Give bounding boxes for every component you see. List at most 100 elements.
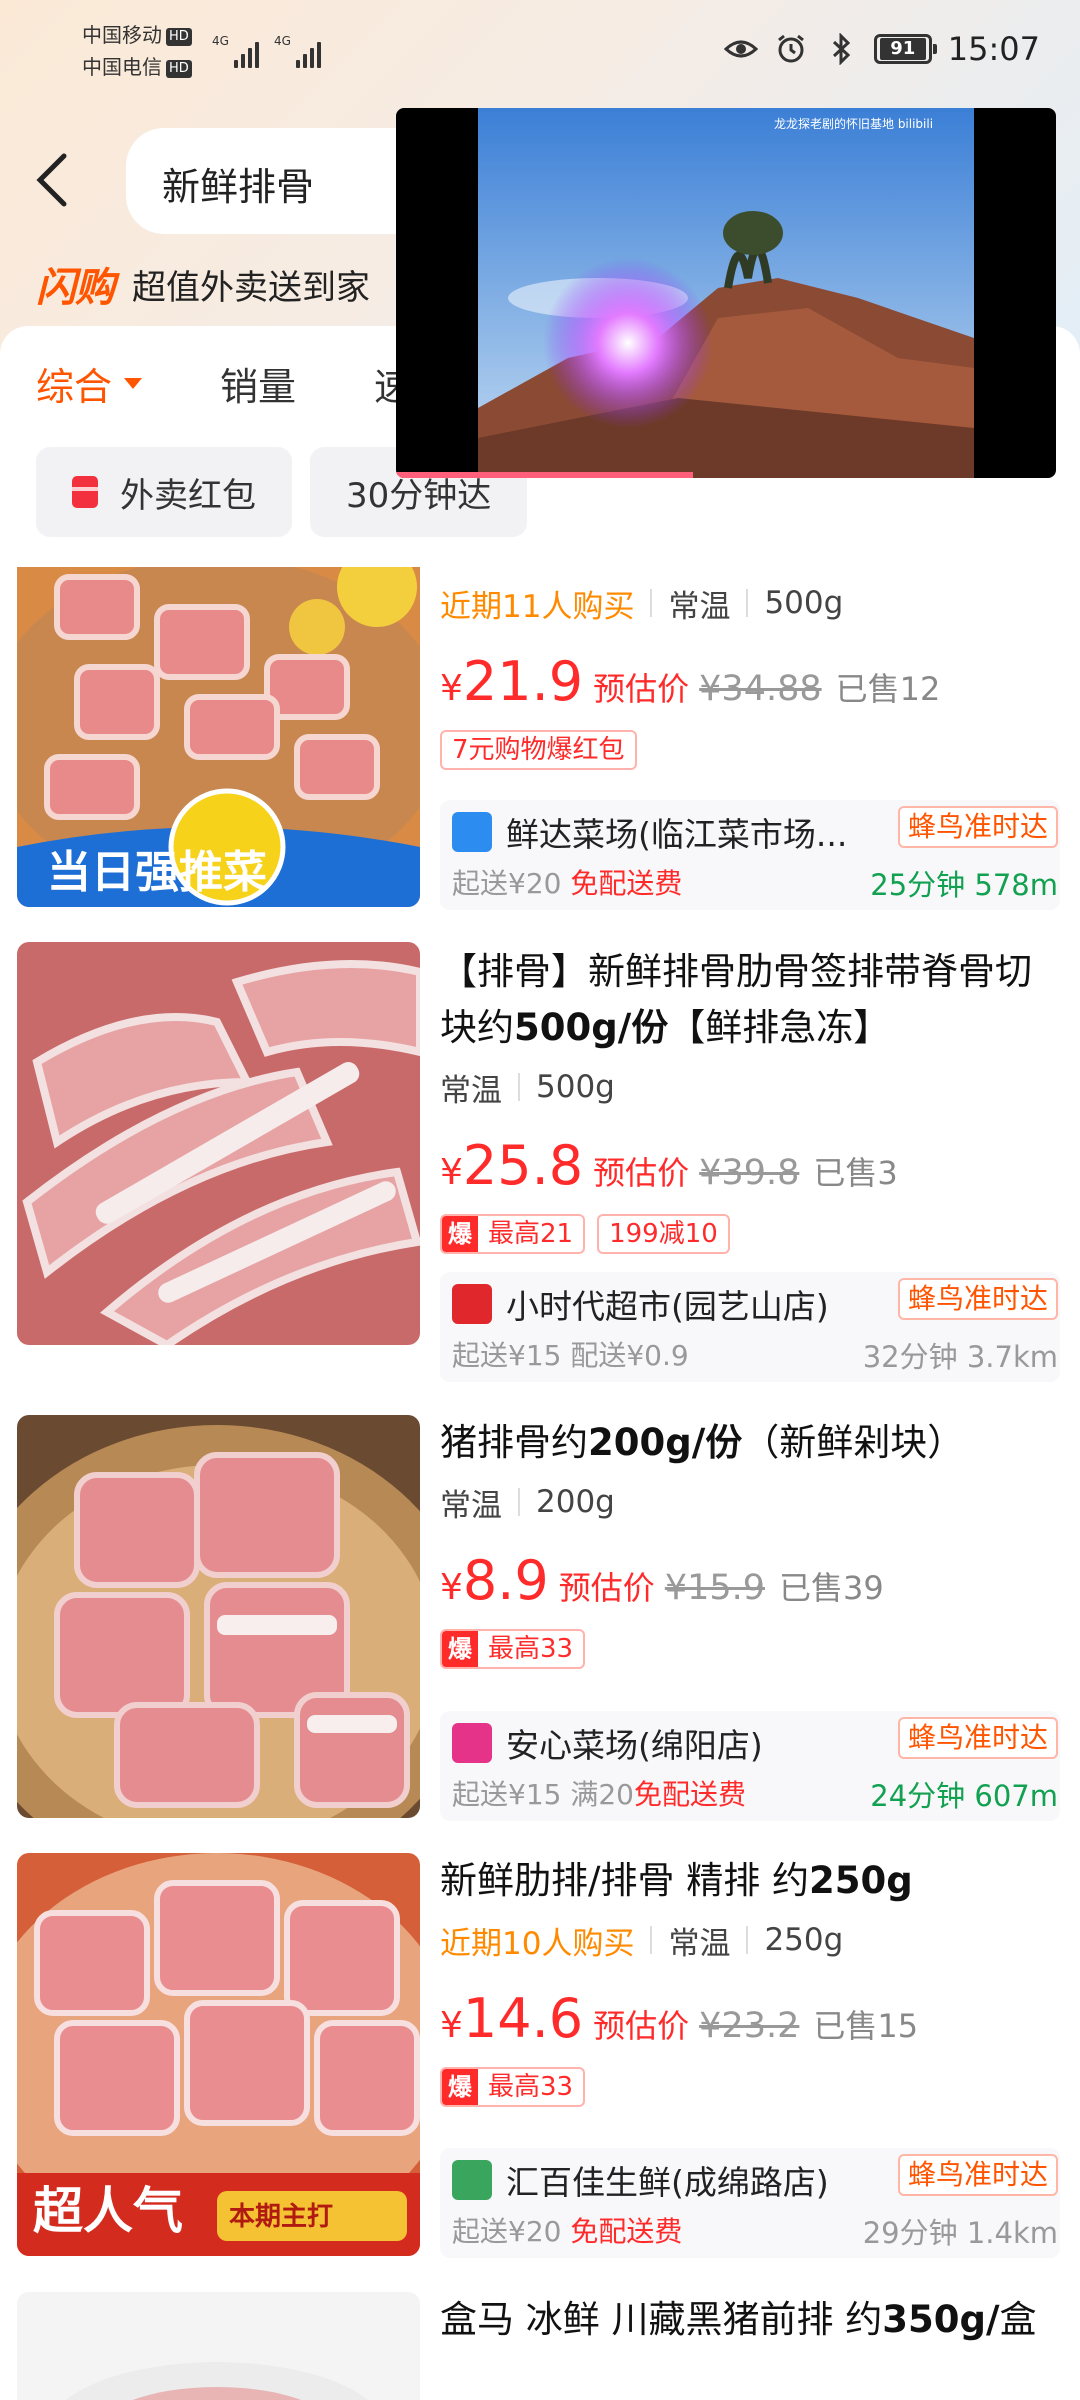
weight: 500g bbox=[536, 1069, 615, 1105]
estimated-label: 预估价 bbox=[558, 1569, 655, 1607]
store-name: 鲜达菜场(临江菜市场... bbox=[506, 815, 848, 854]
recent-buyers: 近期10人购买 bbox=[440, 1925, 635, 1962]
flash-buy-banner[interactable]: 闪购 超值外卖送到家 bbox=[36, 258, 370, 311]
store-logo bbox=[452, 2160, 492, 2200]
product-tags: 常温 500g bbox=[440, 1062, 1060, 1112]
flash-buy-logo: 闪购 bbox=[36, 265, 115, 311]
carrier-2: 中国电信 HD bbox=[82, 54, 192, 80]
product-image[interactable]: 当日强推菜 bbox=[17, 567, 420, 907]
store-box[interactable]: 汇百佳生鲜(成绵路店) 蜂鸟准时达 起送¥20 免配送费 29分钟 1.4km bbox=[440, 2148, 1060, 2258]
store-name: 安心菜场(绵阳店) bbox=[506, 1726, 763, 1765]
clock: 15:07 bbox=[947, 30, 1040, 68]
original-price: ¥34.88 bbox=[699, 669, 822, 709]
min-order: 起送¥20 bbox=[452, 2215, 562, 2248]
delivery-eta: 25分钟 578m bbox=[870, 868, 1058, 902]
price-row: ¥ 14.6 预估价 ¥23.2 已售15 bbox=[440, 1987, 1060, 2053]
currency: ¥ bbox=[440, 668, 463, 709]
delivery-fee: 免配送费 bbox=[633, 1778, 746, 1811]
product-title[interactable]: 猪排骨约200g/份（新鲜剁块） bbox=[440, 1415, 1060, 1471]
sort-tab-comprehensive[interactable]: 综合 bbox=[36, 356, 143, 411]
promo-badge: 爆最高33 bbox=[440, 1629, 586, 1669]
video-progress-bar[interactable] bbox=[396, 472, 693, 478]
network-type: 4G bbox=[274, 34, 291, 48]
product-tags: 近期10人购买 常温 250g bbox=[440, 1915, 1060, 1965]
estimated-label: 预估价 bbox=[593, 670, 690, 708]
hd-badge: HD bbox=[166, 59, 192, 78]
product-image[interactable] bbox=[17, 2292, 420, 2400]
price-row: ¥ 8.9 预估价 ¥15.9 已售39 bbox=[440, 1549, 1060, 1615]
storage-type: 常温 bbox=[668, 1925, 731, 1962]
delivery-tag: 蜂鸟准时达 bbox=[897, 2154, 1058, 2196]
alarm-icon bbox=[774, 32, 808, 66]
price: 21.9 bbox=[462, 650, 584, 713]
delivery-tag: 蜂鸟准时达 bbox=[897, 1717, 1058, 1759]
carrier-1: 中国移动 HD bbox=[82, 22, 192, 48]
sold-count: 已售3 bbox=[813, 1154, 898, 1192]
storage-type: 常温 bbox=[440, 1487, 502, 1524]
delivery-tag: 蜂鸟准时达 bbox=[897, 1278, 1058, 1320]
min-order: 起送¥15 配送¥0.9 bbox=[452, 1339, 689, 1372]
image-sub-text: 本期主打 bbox=[229, 2202, 333, 2232]
delivery-fee: 免配送费 bbox=[570, 867, 683, 900]
video-watermark: 龙龙探老剧的怀旧基地 bilibili bbox=[774, 116, 933, 131]
carrier-1-label: 中国移动 bbox=[82, 23, 162, 47]
filter-label: 外卖红包 bbox=[120, 475, 256, 516]
filter-red-packet[interactable]: 外卖红包 bbox=[36, 447, 292, 537]
eye-icon bbox=[723, 32, 758, 66]
banner-text: 超值外卖送到家 bbox=[132, 267, 370, 308]
product-image[interactable] bbox=[17, 942, 420, 1345]
product-tags: 常温 200g bbox=[440, 1477, 1060, 1527]
weight: 500g bbox=[764, 585, 844, 621]
sold-count: 已售39 bbox=[779, 1569, 884, 1607]
estimated-label: 预估价 bbox=[593, 2007, 690, 2045]
price-row: ¥ 25.8 预估价 ¥39.8 已售3 bbox=[440, 1134, 1060, 1200]
product-tags: 近期11人购买 常温 500g bbox=[440, 578, 1060, 628]
delivery-fee: 免配送费 bbox=[570, 2215, 683, 2248]
price-row: ¥ 21.9 预估价 ¥34.88 已售12 bbox=[440, 650, 1060, 716]
back-button[interactable] bbox=[36, 145, 76, 215]
store-box[interactable]: 鲜达菜场(临江菜市场... 蜂鸟准时达 起送¥20 免配送费 25分钟 578m bbox=[440, 800, 1060, 910]
hot-icon: 爆 bbox=[442, 2069, 478, 2105]
promo-badge: 7元购物爆红包 bbox=[440, 730, 637, 770]
pip-video-player[interactable]: 龙龙探老剧的怀旧基地 bilibili bbox=[396, 108, 1056, 478]
product-image[interactable] bbox=[17, 1415, 420, 1818]
estimated-label: 预估价 bbox=[593, 1154, 690, 1192]
signal-icon: 4G bbox=[212, 34, 259, 68]
network-type: 4G bbox=[212, 34, 229, 48]
signal-icon: 4G bbox=[274, 34, 321, 68]
delivery-tag: 蜂鸟准时达 bbox=[897, 806, 1058, 848]
price: 8.9 bbox=[462, 1549, 549, 1612]
hot-icon: 爆 bbox=[442, 1631, 478, 1667]
original-price: ¥23.2 bbox=[699, 2006, 800, 2046]
promo-badges: 爆最高21 199减10 bbox=[440, 1214, 1060, 1254]
promo-badges: 爆最高33 bbox=[440, 2067, 1060, 2107]
delivery-eta: 29分钟 1.4km bbox=[862, 2216, 1058, 2250]
promo-badge: 爆最高21 bbox=[440, 1214, 586, 1254]
product-title[interactable]: 新鲜肋排/排骨 精排 约250g bbox=[440, 1853, 1060, 1909]
currency: ¥ bbox=[440, 1567, 463, 1608]
store-logo bbox=[452, 1284, 492, 1324]
sold-count: 已售12 bbox=[835, 670, 941, 708]
min-order: 起送¥15 满20 bbox=[452, 1778, 634, 1811]
store-box[interactable]: 安心菜场(绵阳店) 蜂鸟准时达 起送¥15 满20免配送费 24分钟 607m bbox=[440, 1711, 1060, 1821]
weight: 250g bbox=[764, 1922, 844, 1958]
store-box[interactable]: 小时代超市(园艺山店) 蜂鸟准时达 起送¥15 配送¥0.9 32分钟 3.7k… bbox=[440, 1272, 1060, 1382]
back-arrow-icon bbox=[36, 153, 67, 207]
carrier-2-label: 中国电信 bbox=[82, 55, 162, 79]
product-title[interactable]: 【排骨】新鲜排骨肋骨签排带脊骨切块约500g/份【鲜排急冻】 bbox=[440, 944, 1060, 1056]
product-image[interactable]: 超人气 本期主打 bbox=[17, 1853, 420, 2256]
hd-badge: HD bbox=[166, 27, 192, 46]
store-logo bbox=[452, 812, 492, 852]
product-title[interactable]: 盒马 冰鲜 川藏黑猪前排 约350g/盒 bbox=[440, 2292, 1060, 2348]
sort-tab-label: 销量 bbox=[220, 365, 297, 409]
delivery-eta: 32分钟 3.7km bbox=[862, 1340, 1058, 1374]
recent-buyers: 近期11人购买 bbox=[440, 588, 635, 625]
video-frame[interactable]: 龙龙探老剧的怀旧基地 bilibili bbox=[478, 108, 974, 478]
storage-type: 常温 bbox=[440, 1072, 502, 1109]
hot-icon: 爆 bbox=[442, 1216, 478, 1252]
sold-count: 已售15 bbox=[813, 2007, 919, 2045]
min-order: 起送¥20 bbox=[452, 867, 562, 900]
currency: ¥ bbox=[440, 1152, 463, 1193]
sort-tab-sales[interactable]: 销量 bbox=[220, 356, 296, 411]
original-price: ¥39.8 bbox=[699, 1153, 800, 1193]
